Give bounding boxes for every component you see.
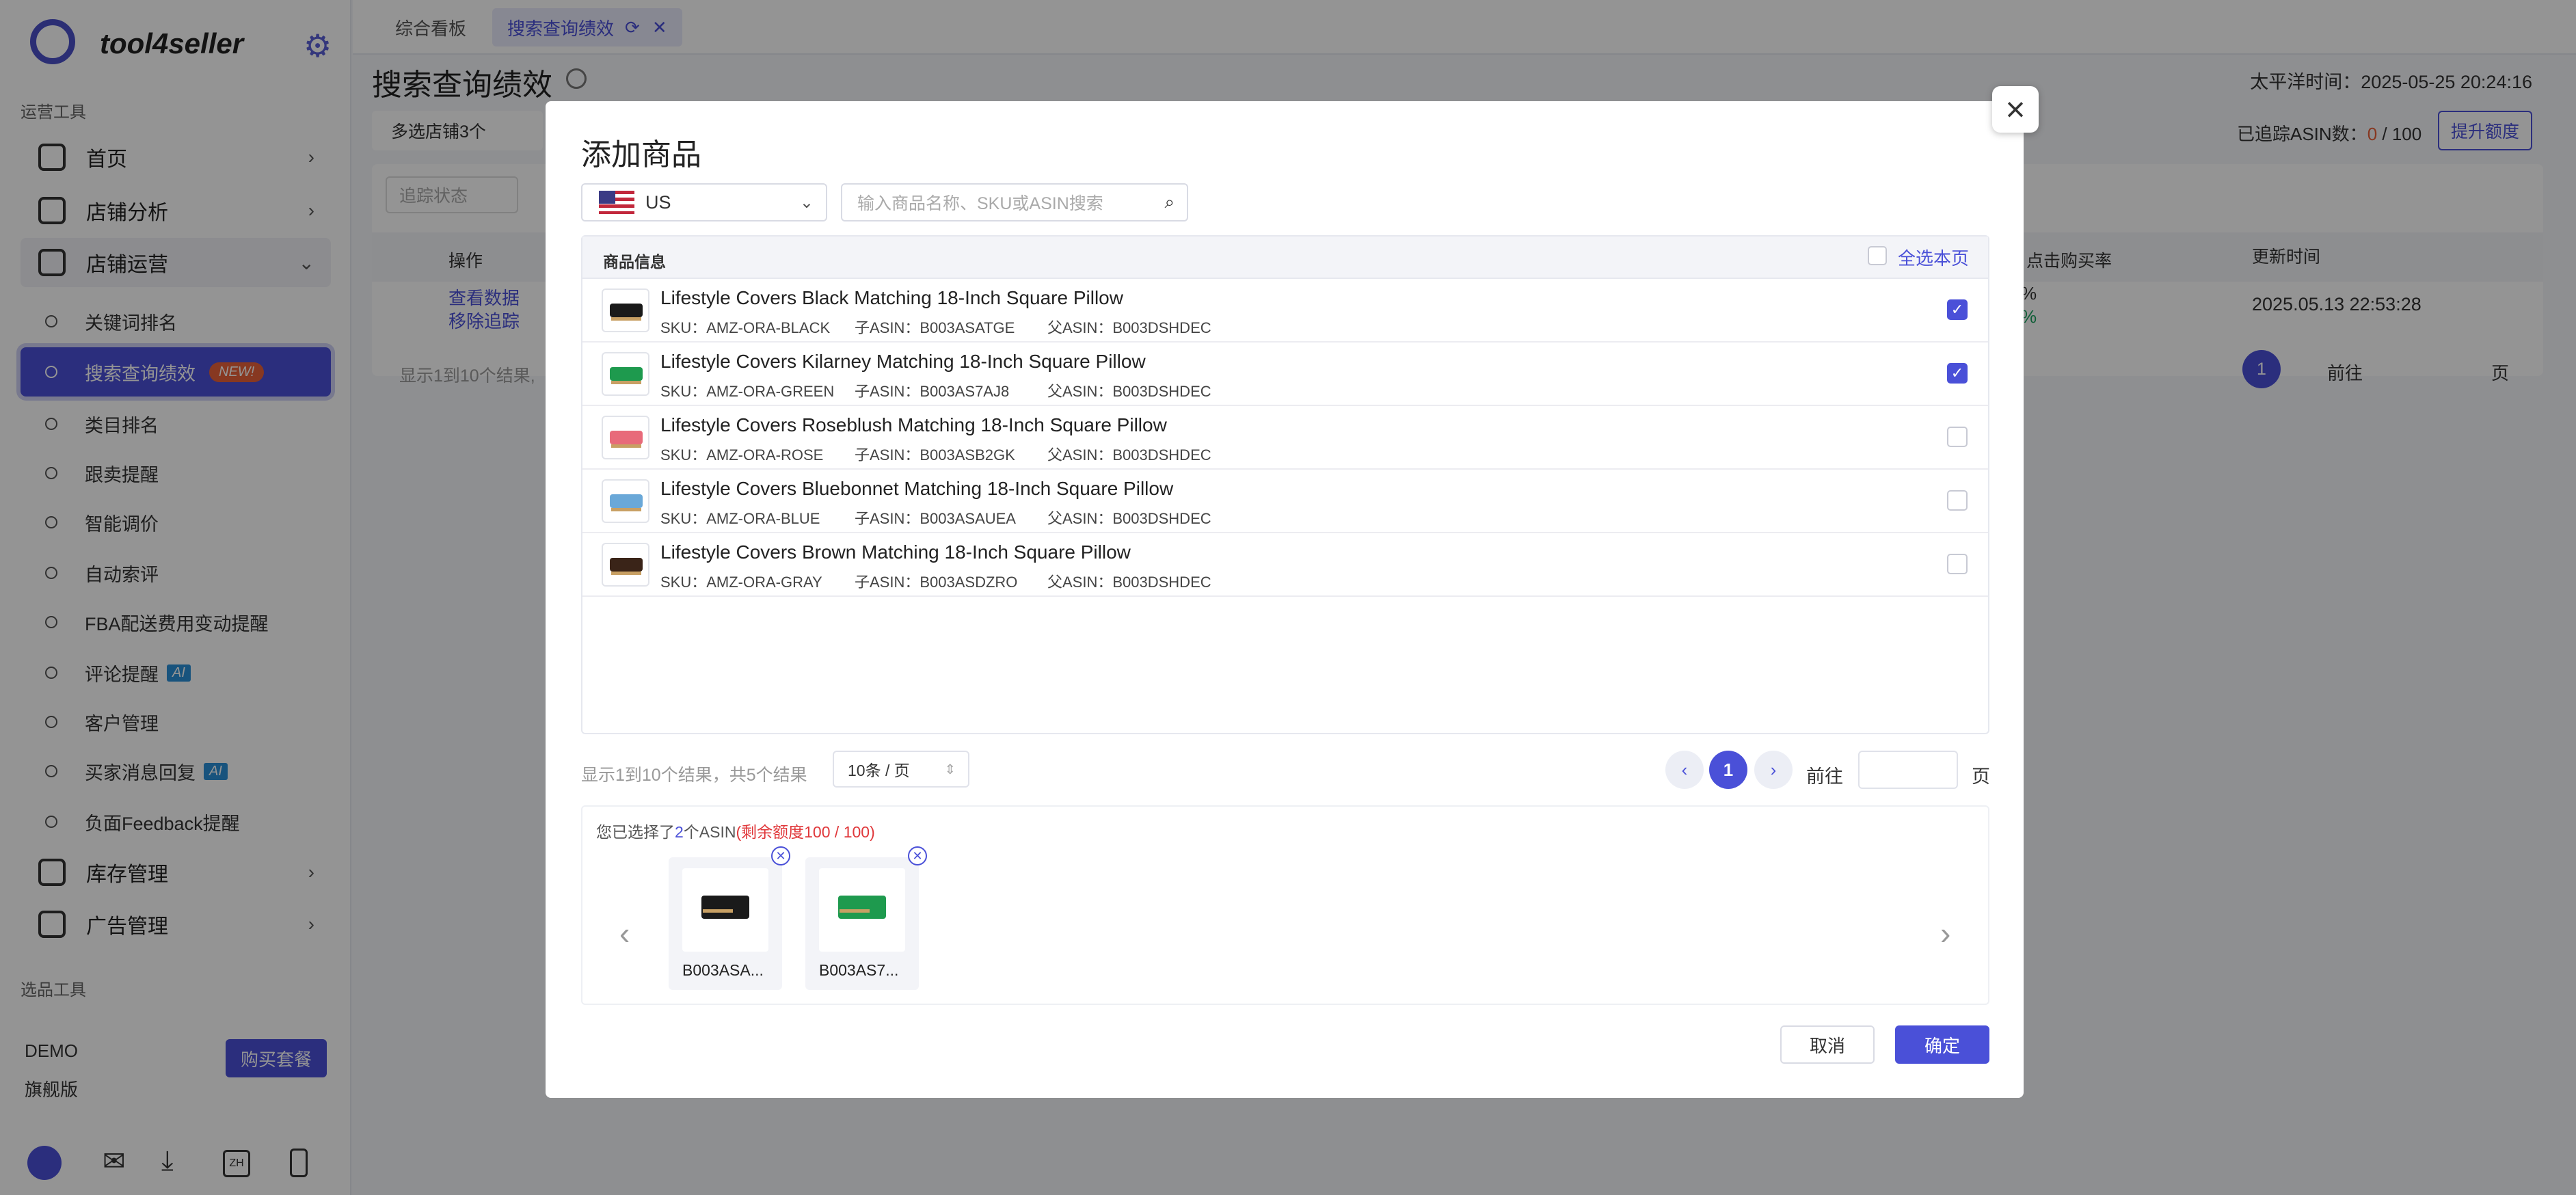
- product-search-input[interactable]: 输入商品名称、SKU或ASIN搜索 ⌕: [841, 183, 1188, 221]
- row-checkbox[interactable]: ✓: [1947, 363, 1968, 384]
- next-page-button[interactable]: ›: [1754, 751, 1793, 789]
- product-name: Lifestyle Covers Black Matching 18-Inch …: [660, 287, 1123, 308]
- sofa-image: [610, 304, 643, 321]
- product-sku: SKU：AMZ-ORA-ROSE: [660, 446, 824, 464]
- selected-item-label: B003AS7...: [819, 961, 899, 979]
- sofa-image: [838, 896, 886, 919]
- confirm-button[interactable]: 确定: [1895, 1025, 1989, 1064]
- product-table: 商品信息 全选本页 Lifestyle Covers Black Matchin…: [581, 235, 1989, 734]
- product-thumbnail: [602, 479, 649, 523]
- remove-icon[interactable]: ✕: [908, 846, 927, 865]
- remove-icon[interactable]: ✕: [771, 846, 790, 865]
- product-sku: SKU：AMZ-ORA-GRAY: [660, 574, 822, 591]
- sofa-image: [610, 494, 643, 511]
- product-row[interactable]: Lifestyle Covers Bluebonnet Matching 18-…: [582, 470, 1988, 533]
- row-checkbox[interactable]: [1947, 490, 1968, 511]
- per-page-value: 10条 / 页: [848, 762, 910, 779]
- row-checkbox[interactable]: ✓: [1947, 299, 1968, 320]
- sofa-image: [610, 367, 643, 384]
- product-thumbnail: [602, 543, 649, 587]
- parent-asin: 父ASIN：B003DSHDEC: [1047, 383, 1211, 400]
- product-thumbnail: [602, 416, 649, 459]
- per-page-select[interactable]: 10条 / 页 ⇕: [833, 751, 969, 788]
- child-asin: 子ASIN：B003ASB2GK: [855, 446, 1015, 464]
- marketplace-select[interactable]: US ⌄: [581, 183, 827, 221]
- selected-count: 2: [675, 823, 684, 841]
- parent-asin: 父ASIN：B003DSHDEC: [1047, 510, 1211, 527]
- table-header: 商品信息 全选本页: [582, 237, 1988, 279]
- child-asin: 子ASIN：B003ASAUEA: [855, 510, 1016, 527]
- product-row[interactable]: Lifestyle Covers Black Matching 18-Inch …: [582, 279, 1988, 343]
- product-name: Lifestyle Covers Bluebonnet Matching 18-…: [660, 478, 1174, 499]
- product-thumbnail: [682, 868, 768, 952]
- child-asin: 子ASIN：B003AS7AJ8: [855, 383, 1010, 400]
- parent-asin: 父ASIN：B003DSHDEC: [1047, 574, 1211, 591]
- goto-label: 前往: [1806, 766, 1843, 787]
- prev-page-button[interactable]: ‹: [1665, 751, 1704, 789]
- goto-page-input[interactable]: [1858, 751, 1958, 789]
- product-thumbnail: [602, 288, 649, 332]
- add-product-modal: 添加商品 US ⌄ 输入商品名称、SKU或ASIN搜索 ⌕ 商品信息 全选本页 …: [546, 101, 2024, 1098]
- selected-item: B003AS7...: [805, 857, 919, 990]
- quota-text: (剩余额度100 / 100): [736, 823, 875, 841]
- product-row[interactable]: Lifestyle Covers Kilarney Matching 18-In…: [582, 343, 1988, 406]
- child-asin: 子ASIN：B003ASATGE: [855, 319, 1015, 336]
- page-unit: 页: [1972, 766, 1990, 787]
- product-thumbnail: [602, 352, 649, 396]
- select-all-checkbox[interactable]: [1868, 246, 1887, 265]
- product-name: Lifestyle Covers Kilarney Matching 18-In…: [660, 351, 1146, 372]
- selected-summary: 您已选择了2个ASIN(剩余额度100 / 100): [596, 819, 875, 842]
- parent-asin: 父ASIN：B003DSHDEC: [1047, 446, 1211, 464]
- sofa-image: [610, 431, 643, 448]
- selected-item-label: B003ASA...: [682, 961, 764, 979]
- row-checkbox[interactable]: [1947, 427, 1968, 447]
- product-sku: SKU：AMZ-ORA-BLUE: [660, 510, 820, 527]
- selected-item: B003ASA...: [669, 857, 782, 990]
- us-flag-icon: [599, 191, 634, 214]
- product-name: Lifestyle Covers Brown Matching 18-Inch …: [660, 541, 1131, 563]
- child-asin: 子ASIN：B003ASDZRO: [855, 574, 1018, 591]
- chevron-right-icon[interactable]: ›: [1940, 915, 1950, 952]
- page-1-button[interactable]: 1: [1709, 751, 1747, 789]
- parent-asin: 父ASIN：B003DSHDEC: [1047, 319, 1211, 336]
- selected-panel: 您已选择了2个ASIN(剩余额度100 / 100) ‹ › B003ASA..…: [581, 805, 1989, 1005]
- close-icon: ×: [2005, 90, 2026, 129]
- marketplace-value: US: [645, 191, 671, 213]
- modal-title: 添加商品: [581, 138, 701, 172]
- product-thumbnail: [819, 868, 905, 952]
- close-modal-button[interactable]: ×: [1992, 86, 2039, 133]
- product-row[interactable]: Lifestyle Covers Brown Matching 18-Inch …: [582, 533, 1988, 597]
- row-checkbox[interactable]: [1947, 554, 1968, 574]
- product-row[interactable]: Lifestyle Covers Roseblush Matching 18-I…: [582, 406, 1988, 470]
- cancel-button[interactable]: 取消: [1780, 1025, 1875, 1064]
- sort-arrows-icon: ⇕: [944, 762, 956, 777]
- product-sku: SKU：AMZ-ORA-GREEN: [660, 383, 835, 400]
- sofa-image: [701, 896, 749, 919]
- select-all-label[interactable]: 全选本页: [1898, 245, 1969, 270]
- search-icon[interactable]: ⌕: [1164, 191, 1175, 213]
- chevron-down-icon: ⌄: [799, 193, 814, 212]
- selected-prefix: 您已选择了: [596, 823, 675, 841]
- page-info: 显示1到10个结果，共5个结果: [581, 766, 807, 785]
- chevron-left-icon[interactable]: ‹: [619, 915, 630, 952]
- selected-suffix: 个ASIN: [683, 823, 736, 841]
- sofa-image: [610, 558, 643, 575]
- search-placeholder: 输入商品名称、SKU或ASIN搜索: [857, 194, 1103, 213]
- col-product-info: 商品信息: [603, 253, 666, 271]
- product-sku: SKU：AMZ-ORA-BLACK: [660, 319, 831, 336]
- product-name: Lifestyle Covers Roseblush Matching 18-I…: [660, 414, 1167, 435]
